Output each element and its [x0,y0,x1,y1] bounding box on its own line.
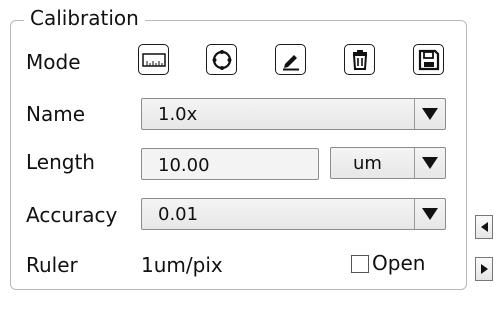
open-checkbox[interactable] [351,255,369,273]
chevron-down-icon [414,148,445,178]
delete-button[interactable] [344,44,375,75]
trash-icon [350,49,370,71]
chevron-down-icon [414,199,445,229]
accuracy-value: 0.01 [158,204,199,225]
unit-value: um [353,153,382,174]
save-button[interactable] [413,44,444,75]
open-label[interactable]: Open [372,250,425,276]
ruler-label: Ruler [26,253,78,277]
save-icon [418,49,440,71]
mode-label: Mode [26,50,81,74]
edit-button[interactable] [275,44,306,75]
length-label: Length [26,150,95,174]
name-dropdown[interactable]: 1.0x [141,98,446,130]
ruler-button[interactable] [138,44,169,75]
length-value: 10.00 [158,155,210,176]
next-button[interactable] [475,257,493,281]
ruler-icon [141,52,166,67]
previous-button[interactable] [475,215,493,239]
unit-dropdown[interactable]: um [330,147,446,179]
accuracy-label: Accuracy [26,203,118,227]
chevron-down-icon [414,99,445,129]
ruler-value: 1um/pix [141,253,223,277]
circle-icon [211,49,233,71]
accuracy-dropdown[interactable]: 0.01 [141,198,446,230]
arrow-left-icon [480,222,488,232]
calibration-title: Calibration [24,5,145,31]
pencil-icon [280,49,302,71]
arrow-right-icon [480,264,488,274]
name-value: 1.0x [158,104,198,125]
name-label: Name [26,102,86,126]
length-input[interactable]: 10.00 [141,148,319,180]
circle-calibration-button[interactable] [206,44,237,75]
